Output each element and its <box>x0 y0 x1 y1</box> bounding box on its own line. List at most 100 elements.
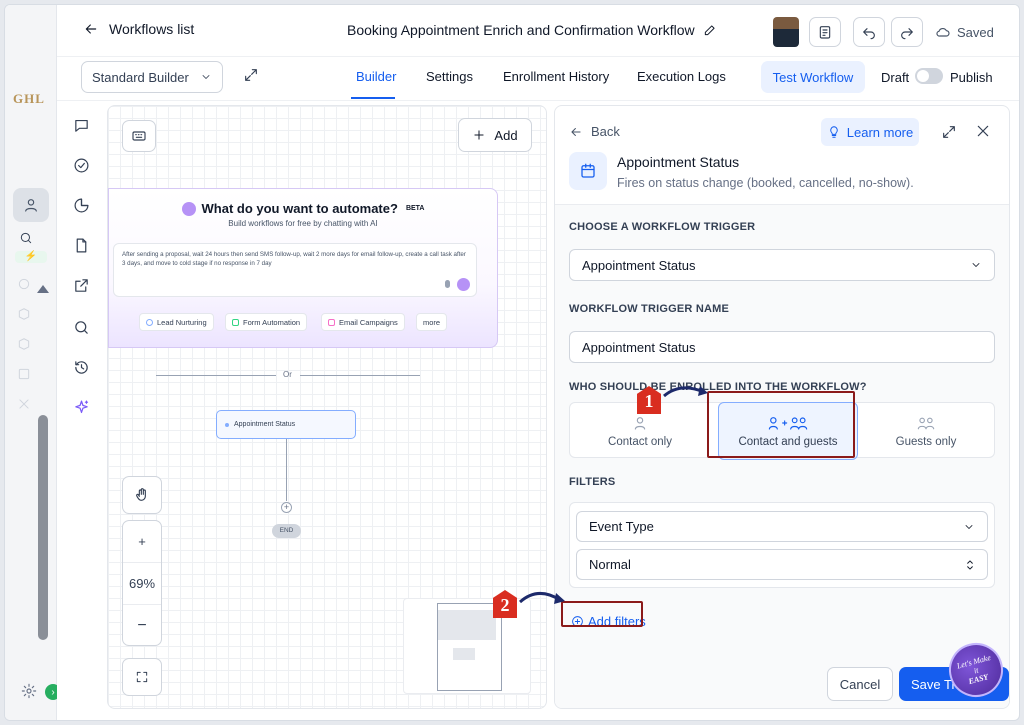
arrow-left-icon <box>571 127 581 136</box>
pan-hand-button[interactable] <box>122 476 162 514</box>
builder-tool-rail <box>57 101 107 720</box>
highlight-box-1 <box>707 391 855 458</box>
trigger-select-value: Appointment Status <box>582 257 696 273</box>
send-icon[interactable] <box>457 278 470 291</box>
workflows-list-back[interactable]: Workflows list <box>83 21 194 37</box>
ai-orb-icon <box>181 201 196 216</box>
add-label: Add <box>494 127 518 143</box>
minimap-viewport[interactable] <box>437 603 502 691</box>
ghost-icon <box>17 277 31 291</box>
divider-line <box>156 375 276 376</box>
ai-title-text: What do you want to automate? <box>201 201 398 216</box>
filter-field-select[interactable]: Event Type <box>576 511 988 542</box>
panel-back-button[interactable]: Back <box>569 124 620 139</box>
builder-mode-select[interactable]: Standard Builder <box>81 61 223 93</box>
check-circle-icon[interactable] <box>73 157 90 174</box>
undo-button[interactable] <box>853 17 885 47</box>
clipboard-icon <box>819 26 831 39</box>
chip-label: Email Campaigns <box>339 317 398 327</box>
ghost-icon <box>17 367 31 381</box>
divider-line <box>300 375 420 376</box>
minimap-block <box>438 610 496 640</box>
draft-label: Draft <box>881 70 910 85</box>
bolt-icon[interactable]: ⚡ <box>15 251 47 263</box>
beta-badge: BETA <box>405 205 425 212</box>
zoom-controls: + 69% − <box>122 520 162 646</box>
ai-title: What do you want to automate? BETA <box>109 201 497 216</box>
zoom-in-button[interactable]: + <box>123 521 161 563</box>
rail-scrollbar[interactable] <box>38 415 48 640</box>
trigger-node[interactable]: Appointment Status <box>216 410 356 439</box>
workflow-canvas[interactable]: Add What do you want to automate? BETA Bu… <box>107 105 547 709</box>
mail-icon <box>328 318 335 326</box>
sub-navigation: Standard Builder Builder Settings Enroll… <box>57 57 1019 101</box>
notes-button[interactable] <box>809 17 841 47</box>
sparkle-icon[interactable] <box>73 399 90 416</box>
gear-icon[interactable] <box>21 683 37 699</box>
filter-value-select[interactable]: Normal <box>576 549 988 580</box>
watermark-line: EASY <box>967 671 990 686</box>
expand-icon[interactable] <box>941 124 957 140</box>
pie-chart-icon[interactable] <box>73 197 90 214</box>
or-label: Or <box>283 370 292 379</box>
cancel-button[interactable]: Cancel <box>827 667 893 701</box>
search-icon[interactable] <box>19 231 33 245</box>
workflow-title-text: Booking Appointment Enrich and Confirmat… <box>347 22 695 38</box>
connector-line <box>286 439 287 501</box>
ai-prompt-input[interactable]: After sending a proposal, wait 24 hours … <box>113 243 477 297</box>
search-icon[interactable] <box>73 319 90 336</box>
filters-heading: FILTERS <box>569 476 616 488</box>
chevron-down-icon <box>972 263 980 267</box>
person-icon <box>146 318 153 326</box>
user-icon[interactable] <box>13 188 49 222</box>
pencil-icon[interactable] <box>703 23 717 37</box>
chip-lead-nurturing[interactable]: Lead Nurturing <box>139 313 214 331</box>
filter-value: Normal <box>589 557 631 572</box>
external-link-icon[interactable] <box>73 277 90 294</box>
minimap-block <box>453 648 475 660</box>
keyboard-icon <box>132 131 146 141</box>
tab-builder[interactable]: Builder <box>356 69 396 84</box>
add-button[interactable]: Add <box>458 118 532 152</box>
chip-form-automation[interactable]: Form Automation <box>225 313 308 331</box>
expand-icon[interactable] <box>243 67 259 83</box>
highlight-box-2 <box>561 601 643 627</box>
cloud-icon <box>936 28 950 37</box>
tab-settings[interactable]: Settings <box>426 69 473 84</box>
avatar[interactable] <box>773 17 799 47</box>
tab-execution-logs[interactable]: Execution Logs <box>637 69 726 84</box>
learn-more-button[interactable]: Learn more <box>821 118 919 146</box>
trigger-title: Appointment Status <box>617 154 740 170</box>
mic-icon[interactable] <box>445 280 450 288</box>
option-guests-only[interactable]: Guests only <box>856 403 996 459</box>
trigger-name-input[interactable]: Appointment Status <box>569 331 995 363</box>
chip-email-campaigns[interactable]: Email Campaigns <box>321 313 405 331</box>
test-workflow-button[interactable]: Test Workflow <box>761 61 865 93</box>
publish-toggle[interactable] <box>915 68 943 84</box>
chat-icon[interactable] <box>73 117 90 134</box>
zoom-out-button[interactable]: − <box>123 605 161 647</box>
arrow-left-icon <box>85 24 97 34</box>
history-icon[interactable] <box>73 359 90 376</box>
scroll-up-icon[interactable] <box>37 285 49 293</box>
add-step-button[interactable]: + <box>281 502 292 513</box>
chip-more[interactable]: more <box>416 313 448 331</box>
fit-view-button[interactable] <box>122 658 162 696</box>
trigger-name-heading: WORKFLOW TRIGGER NAME <box>569 303 730 315</box>
node-dot-icon <box>225 422 229 427</box>
builder-mode-value: Standard Builder <box>92 69 189 85</box>
document-icon[interactable] <box>73 237 90 254</box>
ai-prompt-text: After sending a proposal, wait 24 hours … <box>122 251 466 267</box>
trigger-select[interactable]: Appointment Status <box>569 249 995 281</box>
end-node: END <box>272 524 301 538</box>
keyboard-button[interactable] <box>122 120 156 152</box>
undo-icon <box>863 28 875 40</box>
close-icon[interactable] <box>975 123 991 139</box>
person-icon <box>634 416 646 430</box>
workflow-title: Booking Appointment Enrich and Confirmat… <box>347 22 717 38</box>
redo-button[interactable] <box>891 17 923 47</box>
chevron-down-icon <box>965 524 973 529</box>
filter-field-value: Event Type <box>589 519 654 534</box>
tab-enrollment-history[interactable]: Enrollment History <box>503 69 609 84</box>
lightbulb-icon <box>830 126 838 138</box>
